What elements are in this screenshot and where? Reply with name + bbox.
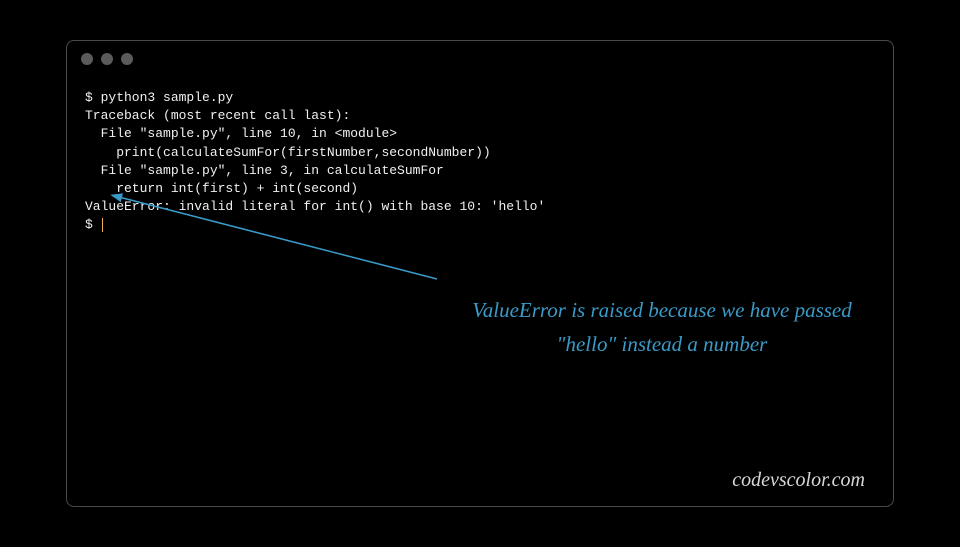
terminal-output[interactable]: $ python3 sample.py Traceback (most rece… bbox=[67, 77, 893, 247]
terminal-line: Traceback (most recent call last): bbox=[85, 108, 350, 123]
maximize-icon[interactable] bbox=[121, 53, 133, 65]
terminal-line: $ python3 sample.py bbox=[85, 90, 233, 105]
window-titlebar bbox=[67, 41, 893, 77]
annotation-line: ValueError is raised because we have pas… bbox=[442, 294, 882, 328]
annotation-text: ValueError is raised because we have pas… bbox=[442, 294, 882, 361]
close-icon[interactable] bbox=[81, 53, 93, 65]
terminal-line: ValueError: invalid literal for int() wi… bbox=[85, 199, 545, 214]
terminal-prompt: $ bbox=[85, 217, 101, 232]
watermark-text: codevscolor.com bbox=[732, 469, 865, 492]
annotation-line: "hello" instead a number bbox=[442, 328, 882, 362]
terminal-window: $ python3 sample.py Traceback (most rece… bbox=[66, 40, 894, 507]
cursor-icon bbox=[102, 218, 103, 232]
terminal-line: File "sample.py", line 10, in <module> bbox=[85, 126, 397, 141]
terminal-line: return int(first) + int(second) bbox=[85, 181, 358, 196]
terminal-line: print(calculateSumFor(firstNumber,second… bbox=[85, 145, 491, 160]
minimize-icon[interactable] bbox=[101, 53, 113, 65]
terminal-line: File "sample.py", line 3, in calculateSu… bbox=[85, 163, 444, 178]
